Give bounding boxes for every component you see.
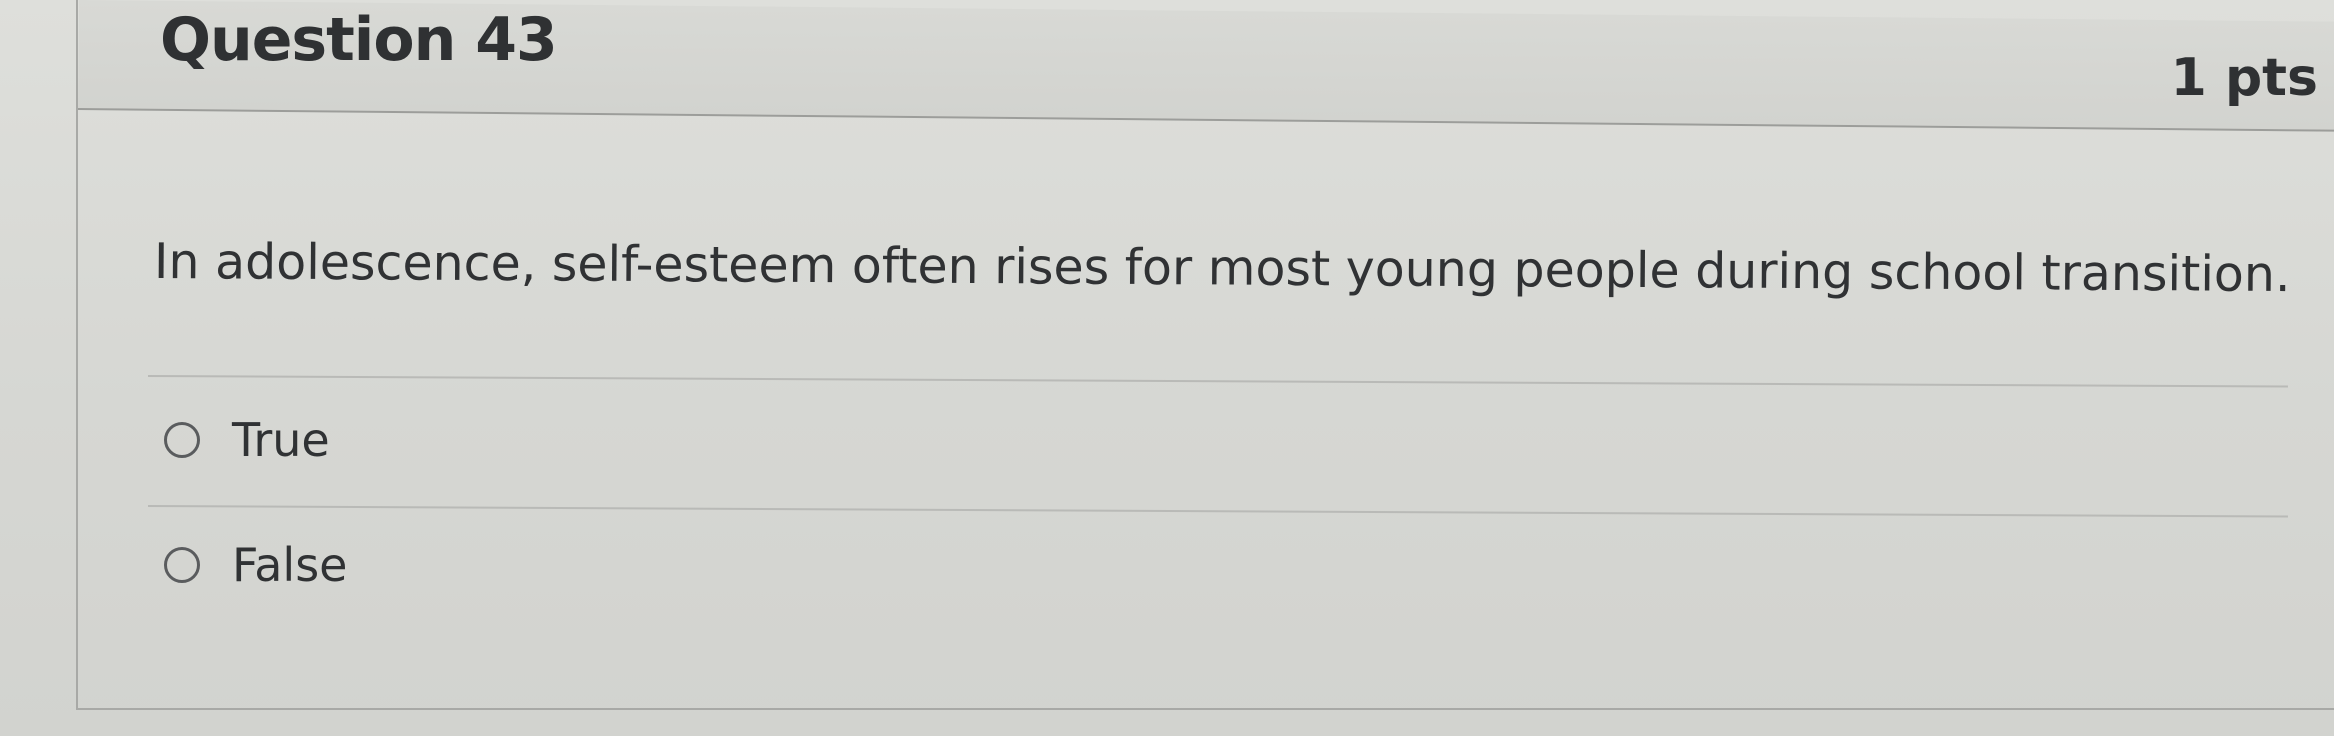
- radio-button-unchecked-icon[interactable]: [164, 547, 200, 583]
- question-text: In adolescence, self-esteem often rises …: [153, 233, 2291, 304]
- question-card: Question 43 1 pts In adolescence, self-e…: [76, 0, 2334, 710]
- answer-option-false[interactable]: False: [164, 535, 347, 595]
- answer-divider: [147, 375, 2288, 388]
- answer-label-true: True: [232, 413, 330, 467]
- answer-option-true[interactable]: True: [164, 410, 330, 470]
- question-body: In adolescence, self-esteem often rises …: [78, 120, 2334, 700]
- answer-label-false: False: [232, 538, 348, 592]
- answer-divider: [147, 505, 2288, 518]
- question-points: 1 pts: [2170, 48, 2318, 108]
- radio-button-unchecked-icon[interactable]: [164, 422, 200, 458]
- quiz-page: Question 43 1 pts In adolescence, self-e…: [0, 0, 2334, 736]
- question-title: Question 43: [160, 5, 558, 75]
